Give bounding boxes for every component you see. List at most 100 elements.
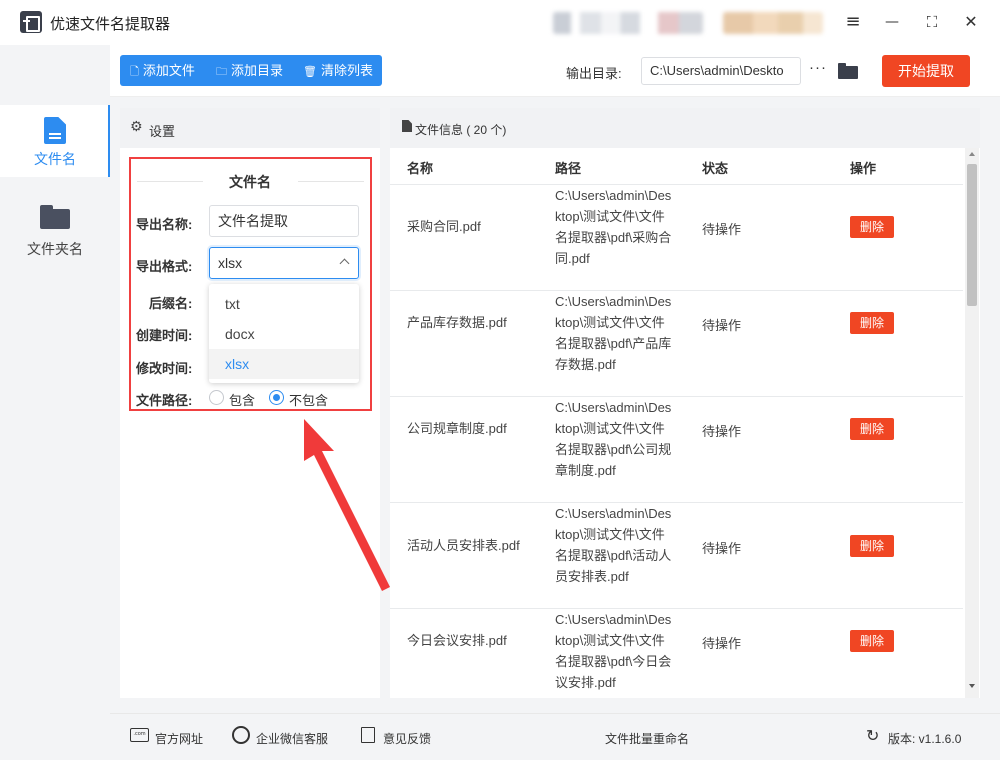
- close-icon[interactable]: ✕: [959, 10, 983, 34]
- column-header-path: 路径: [555, 161, 582, 176]
- delete-button[interactable]: 删除: [850, 630, 894, 652]
- export-name-label: 导出名称:: [136, 217, 193, 232]
- path-exclude-radio[interactable]: [269, 390, 284, 405]
- file-name: 今日会议安排.pdf: [407, 633, 507, 648]
- format-option-txt[interactable]: txt: [209, 289, 359, 319]
- file-button-group: 🗋 添加文件 🗀 添加目录 🗑 清除列表: [120, 55, 382, 86]
- file-path: C:\Users\admin\Desktop\测试文件\文件名提取器\pdf\产…: [555, 294, 672, 372]
- add-dir-button[interactable]: 🗀 添加目录: [216, 55, 283, 86]
- title-bar: 优速文件名提取器 ≡ — ⛶ ✕: [0, 0, 1000, 45]
- table-row: 活动人员安排表.pdf C:\Users\admin\Desktop\测试文件\…: [390, 503, 963, 609]
- file-status: 待操作: [702, 541, 742, 556]
- path-exclude-label[interactable]: 不包含: [289, 390, 328, 409]
- clear-list-button[interactable]: 🗑 清除列表: [303, 55, 373, 86]
- delete-button[interactable]: 删除: [850, 216, 894, 238]
- path-include-label[interactable]: 包含: [229, 390, 255, 409]
- blurred-vip-badge: [723, 12, 823, 34]
- app-title: 优速文件名提取器: [50, 16, 171, 33]
- delete-button[interactable]: 删除: [850, 535, 894, 557]
- add-file-button[interactable]: 🗋 添加文件: [130, 55, 195, 86]
- feedback-icon: [361, 727, 375, 743]
- website-icon: .com: [130, 728, 149, 742]
- export-format-label: 导出格式:: [136, 259, 193, 274]
- folder-outline-icon: 🗀: [216, 65, 227, 78]
- file-name: 活动人员安排表.pdf: [407, 538, 520, 553]
- wechat-icon: [232, 726, 250, 744]
- file-info-panel: 文件信息 ( 20 个) 名称 路径 状态 操作 采购合同.pdf C:\Use…: [390, 108, 980, 698]
- table-row: 今日会议安排.pdf C:\Users\admin\Desktop\测试文件\文…: [390, 609, 963, 715]
- scroll-thumb[interactable]: [967, 164, 977, 306]
- file-info-header: 文件信息 ( 20 个): [390, 108, 980, 148]
- export-name-input[interactable]: 文件名提取: [209, 205, 359, 237]
- folder-icon: [40, 205, 70, 229]
- file-path: C:\Users\admin\Desktop\测试文件\文件名提取器\pdf\采…: [555, 188, 672, 266]
- feedback-link[interactable]: 意见反馈: [383, 730, 431, 747]
- format-dropdown: txt docx xlsx: [209, 284, 359, 383]
- document-icon: [44, 117, 66, 144]
- output-dir-input[interactable]: C:\Users\admin\Deskto: [641, 57, 801, 85]
- export-format-select[interactable]: xlsx: [209, 247, 359, 279]
- file-status: 待操作: [702, 424, 742, 439]
- batch-rename-link[interactable]: 文件批量重命名: [605, 730, 689, 747]
- settings-header: ⚙ 设置: [120, 108, 380, 148]
- format-option-docx[interactable]: docx: [209, 319, 359, 349]
- minimize-icon[interactable]: —: [880, 10, 904, 34]
- table-scrollbar[interactable]: [965, 148, 979, 698]
- file-name: 产品库存数据.pdf: [407, 315, 507, 330]
- blurred-user-info: [553, 12, 703, 34]
- sidebar-item-filename[interactable]: 文件名: [0, 105, 110, 177]
- website-link[interactable]: 官方网址: [155, 730, 203, 747]
- column-header-status: 状态: [702, 161, 729, 176]
- export-format-value: xlsx: [218, 255, 243, 271]
- table-row: 产品库存数据.pdf C:\Users\admin\Desktop\测试文件\文…: [390, 291, 963, 397]
- file-name: 公司规章制度.pdf: [407, 421, 507, 436]
- sidebar-item-label: 文件名: [34, 151, 76, 167]
- created-time-label: 创建时间:: [136, 328, 193, 343]
- file-name: 采购合同.pdf: [407, 219, 481, 234]
- maximize-icon[interactable]: ⛶: [920, 10, 944, 34]
- chevron-up-icon: [339, 258, 350, 269]
- version-label: 版本: v1.1.6.0: [888, 732, 962, 746]
- delete-button[interactable]: 删除: [850, 312, 894, 334]
- file-path: C:\Users\admin\Desktop\测试文件\文件名提取器\pdf\今…: [555, 612, 672, 690]
- scroll-up-icon[interactable]: [969, 152, 975, 156]
- format-option-xlsx[interactable]: xlsx: [209, 349, 359, 379]
- sidebar-item-foldername[interactable]: 文件夹名: [0, 187, 110, 259]
- file-icon: [402, 120, 412, 132]
- menu-icon[interactable]: ≡: [841, 10, 865, 34]
- red-arrow: [304, 419, 390, 591]
- modified-time-label: 修改时间:: [136, 361, 193, 376]
- file-status: 待操作: [702, 318, 742, 333]
- column-header-action: 操作: [850, 161, 877, 176]
- file-count-title: 文件信息 ( 20 个): [415, 123, 507, 137]
- footer: .com 官方网址 企业微信客服 意见反馈 文件批量重命名 ↻ 版本: v1.1…: [110, 713, 1000, 760]
- wechat-support-link[interactable]: 企业微信客服: [256, 730, 328, 747]
- open-folder-icon[interactable]: [838, 63, 858, 79]
- sidebar-item-label: 文件夹名: [27, 241, 83, 257]
- table-row: 公司规章制度.pdf C:\Users\admin\Desktop\测试文件\文…: [390, 397, 963, 503]
- column-header-name: 名称: [407, 161, 434, 176]
- section-title: 文件名: [229, 174, 271, 190]
- path-include-radio[interactable]: [209, 390, 224, 405]
- file-path-label: 文件路径:: [136, 393, 193, 408]
- trash-icon: 🗑: [303, 65, 317, 78]
- file-icon: 🗋: [130, 65, 139, 78]
- suffix-label: 后缀名:: [149, 296, 193, 311]
- table-row: 采购合同.pdf C:\Users\admin\Desktop\测试文件\文件名…: [390, 185, 963, 291]
- scroll-down-icon[interactable]: [969, 684, 975, 688]
- toolbar: 🗋 添加文件 🗀 添加目录 🗑 清除列表 输出目录: C:\Users\admin\D…: [110, 45, 1000, 97]
- add-dir-label: 添加目录: [231, 63, 284, 78]
- clear-list-label: 清除列表: [320, 63, 373, 78]
- file-status: 待操作: [702, 636, 742, 651]
- more-icon[interactable]: ···: [809, 59, 827, 76]
- sidebar: 文件名 文件夹名: [0, 45, 110, 760]
- refresh-icon[interactable]: ↻: [866, 726, 879, 745]
- start-extract-button[interactable]: 开始提取: [882, 55, 970, 87]
- output-dir-label: 输出目录:: [566, 66, 622, 81]
- app-logo-icon: [20, 11, 42, 33]
- add-file-label: 添加文件: [142, 63, 195, 78]
- delete-button[interactable]: 删除: [850, 418, 894, 440]
- file-path: C:\Users\admin\Desktop\测试文件\文件名提取器\pdf\公…: [555, 400, 672, 478]
- file-path: C:\Users\admin\Desktop\测试文件\文件名提取器\pdf\活…: [555, 506, 672, 584]
- gear-icon: ⚙: [130, 119, 143, 135]
